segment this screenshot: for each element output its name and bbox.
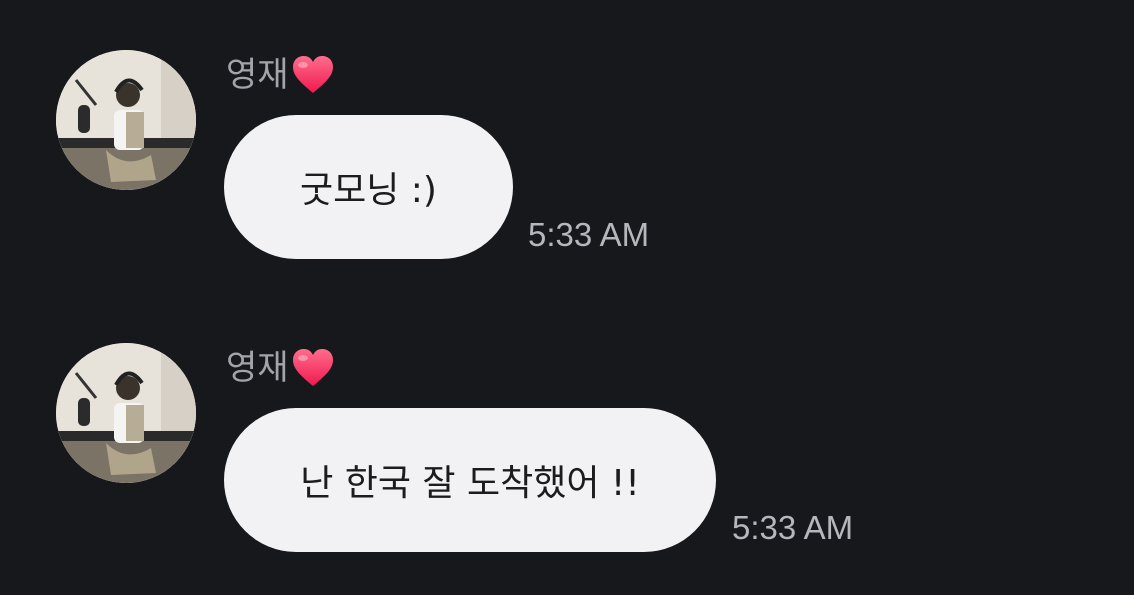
message-bubble[interactable]: 난 한국 잘 도착했어 !! (224, 408, 716, 552)
avatar[interactable] (56, 50, 196, 190)
profile-photo (56, 50, 196, 190)
message-timestamp: 5:33 AM (528, 216, 650, 253)
avatar[interactable] (56, 343, 196, 483)
chat-view: 영재 굿모닝 :) 5:33 AM 영재 난 한국 잘 도착했어 !! 5:33… (0, 0, 1134, 595)
message-text: 난 한국 잘 도착했어 !! (300, 463, 640, 504)
message-bubble[interactable]: 굿모닝 :) (224, 115, 513, 259)
message-row: 영재 난 한국 잘 도착했어 !! 5:33 AM (0, 293, 1134, 553)
sender-name: 영재 (226, 55, 289, 95)
message-timestamp: 5:33 AM (732, 509, 854, 546)
sender-name: 영재 (226, 348, 289, 388)
heart-icon (291, 54, 335, 96)
heart-icon (291, 347, 335, 389)
profile-photo (56, 343, 196, 483)
sender: 영재 (226, 345, 335, 391)
message-text: 굿모닝 :) (300, 170, 437, 211)
sender: 영재 (226, 52, 335, 98)
message-row: 영재 굿모닝 :) 5:33 AM (0, 0, 1134, 260)
